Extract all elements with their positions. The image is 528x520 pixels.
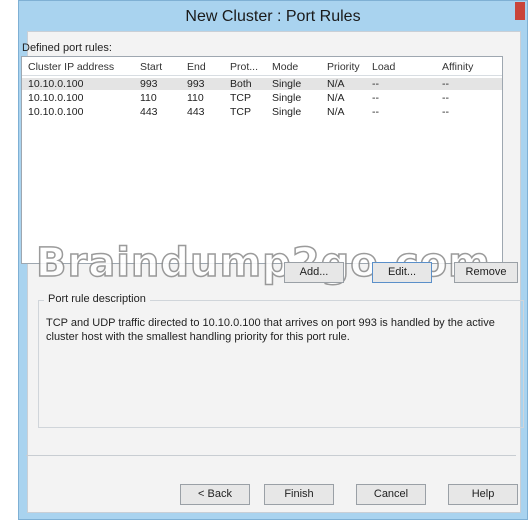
cell-affinity: --: [442, 78, 449, 90]
port-rule-description-text: TCP and UDP traffic directed to 10.10.0.…: [46, 317, 495, 343]
cell-affinity: --: [442, 106, 449, 118]
cell-start: 110: [140, 92, 157, 104]
back-button[interactable]: < Back: [180, 484, 250, 505]
column-end[interactable]: End: [187, 61, 221, 73]
footer-divider: [26, 455, 516, 456]
cell-ip: 10.10.0.100: [28, 92, 84, 104]
column-affinity[interactable]: Affinity: [442, 61, 492, 73]
column-protocol[interactable]: Prot...: [230, 61, 268, 73]
column-cluster-ip[interactable]: Cluster IP address: [28, 61, 132, 73]
cell-mode: Single: [272, 78, 302, 90]
column-start[interactable]: Start: [140, 61, 178, 73]
cell-load: --: [372, 78, 379, 90]
cell-load: --: [372, 106, 379, 118]
cell-ip: 10.10.0.100: [28, 78, 84, 90]
remove-button[interactable]: Remove: [454, 262, 518, 283]
cell-affinity: --: [442, 92, 449, 104]
cell-protocol: Both: [230, 78, 252, 90]
cell-end: 110: [187, 92, 204, 104]
edit-button[interactable]: Edit...: [372, 262, 432, 283]
cell-priority: N/A: [327, 92, 345, 104]
column-mode[interactable]: Mode: [272, 61, 320, 73]
port-rules-list[interactable]: Cluster IP address Start End Prot... Mod…: [21, 56, 503, 264]
cell-ip: 10.10.0.100: [28, 106, 84, 118]
finish-button[interactable]: Finish: [264, 484, 334, 505]
table-row[interactable]: 10.10.0.100 443 443 TCP Single N/A -- --: [22, 106, 502, 118]
cancel-button[interactable]: Cancel: [356, 484, 426, 505]
cell-end: 993: [187, 78, 205, 90]
cell-protocol: TCP: [230, 106, 251, 118]
cell-start: 443: [140, 106, 158, 118]
column-priority[interactable]: Priority: [327, 61, 369, 73]
cell-mode: Single: [272, 106, 302, 118]
add-button[interactable]: Add...: [284, 262, 344, 283]
cell-start: 993: [140, 78, 158, 90]
window-title: New Cluster : Port Rules: [185, 8, 361, 25]
defined-port-rules-label: Defined port rules:: [22, 42, 112, 54]
column-load[interactable]: Load: [372, 61, 422, 73]
cell-priority: N/A: [327, 106, 345, 118]
table-row[interactable]: 10.10.0.100 110 110 TCP Single N/A -- --: [22, 92, 502, 104]
cell-end: 443: [187, 106, 205, 118]
cell-priority: N/A: [327, 78, 345, 90]
cell-protocol: TCP: [230, 92, 251, 104]
title-bar: New Cluster : Port Rules: [19, 1, 527, 31]
help-button[interactable]: Help: [448, 484, 518, 505]
close-button[interactable]: [515, 2, 525, 20]
list-header: Cluster IP address Start End Prot... Mod…: [22, 57, 502, 76]
port-rule-description-title: Port rule description: [44, 293, 150, 305]
cell-load: --: [372, 92, 379, 104]
table-row[interactable]: 10.10.0.100 993 993 Both Single N/A -- -…: [22, 78, 502, 90]
cell-mode: Single: [272, 92, 302, 104]
